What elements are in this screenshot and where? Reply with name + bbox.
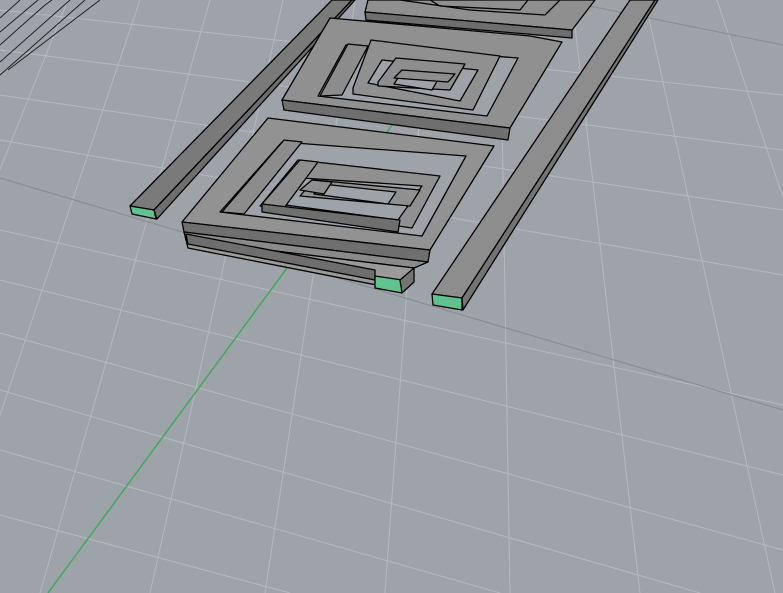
3d-viewport[interactable] [0, 0, 783, 593]
viewport-canvas[interactable] [0, 0, 783, 593]
